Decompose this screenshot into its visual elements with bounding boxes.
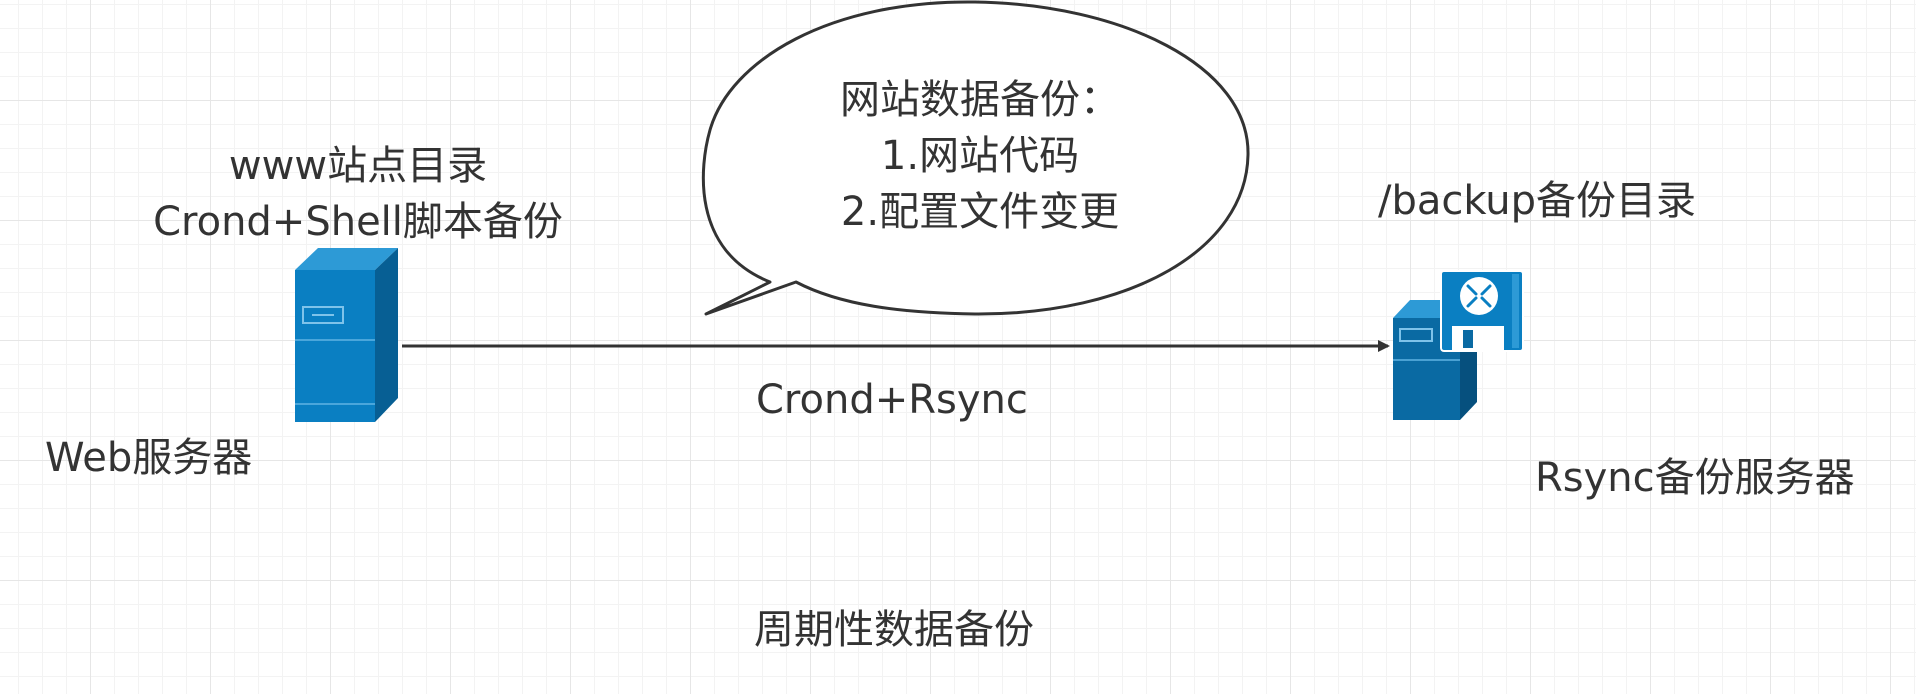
backup-server-name: Rsync备份服务器	[1535, 455, 1855, 501]
web-dir-label: www站点目录	[228, 143, 488, 189]
connector-label: Crond+Rsync	[756, 377, 1028, 423]
backup-dir-label: /backup备份目录	[1378, 178, 1697, 224]
web-server-name: Web服务器	[45, 435, 253, 481]
diagram-canvas: www站点目录 Crond+Shell脚本备份 Web服务器 网站数据备份： 1…	[0, 0, 1916, 694]
backup-server-icon	[1393, 270, 1524, 420]
callout-title: 网站数据备份：	[840, 77, 1120, 123]
callout-item-2: 2.配置文件变更	[840, 189, 1120, 235]
diagram-caption: 周期性数据备份	[754, 607, 1034, 653]
server-icon	[295, 248, 398, 422]
web-script-label: Crond+Shell脚本备份	[153, 199, 563, 245]
callout-item-1: 1.网站代码	[880, 133, 1080, 179]
